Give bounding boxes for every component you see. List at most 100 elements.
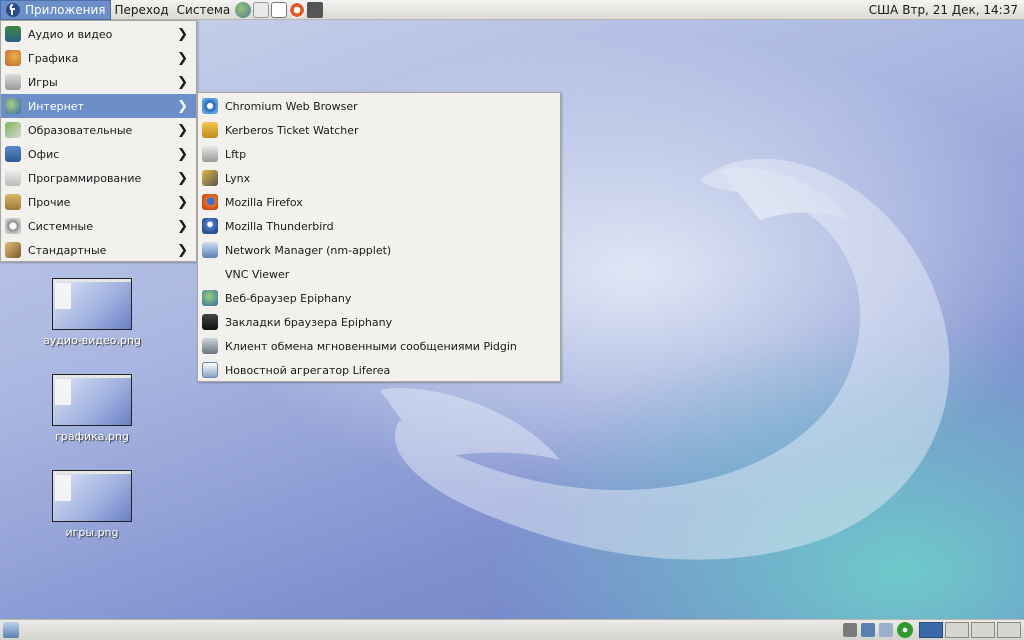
thunderbird-icon (202, 218, 218, 234)
chevron-right-icon: ❯ (177, 170, 188, 186)
desktop-icon-label: графика.png (55, 430, 129, 443)
desktop-icon-label: аудио-видео.png (43, 334, 141, 347)
chromium-icon (202, 98, 218, 114)
other-icon (5, 194, 21, 210)
volume-icon[interactable] (843, 623, 857, 637)
vnc-viewer-icon (202, 266, 218, 282)
top-panel: Приложения Переход Система США Втр, 21 Д… (0, 0, 1024, 20)
network-icon[interactable] (861, 623, 875, 637)
chevron-right-icon: ❯ (177, 194, 188, 210)
menu-item-label: Стандартные (28, 243, 107, 257)
menu-item-label: Клиент обмена мгновенными сообщениями Pi… (225, 339, 517, 353)
screenshot-launcher-icon[interactable] (307, 1, 324, 18)
menu-item-lynx[interactable]: Lynx (198, 166, 560, 190)
menu-item-label: Network Manager (nm-applet) (225, 243, 392, 257)
chevron-right-icon: ❯ (177, 98, 188, 114)
menu-item-label: Mozilla Thunderbird (225, 219, 334, 233)
menu-item-lftp[interactable]: Lftp (198, 142, 560, 166)
image-thumbnail-icon (52, 278, 132, 330)
menu-item-kerberos[interactable]: Kerberos Ticket Watcher (198, 118, 560, 142)
menu-item-label: VNC Viewer (225, 267, 290, 281)
menu-item-firefox[interactable]: Mozilla Firefox (198, 190, 560, 214)
chevron-right-icon: ❯ (177, 218, 188, 234)
menu-item-label: Графика (28, 51, 79, 65)
places-menu-button[interactable]: Переход (111, 0, 173, 20)
menu-item-label: Lynx (225, 171, 251, 185)
desktop-icon-label: игры.png (65, 526, 119, 539)
workspace-4[interactable] (997, 622, 1021, 638)
menu-item-vnc-viewer[interactable]: VNC Viewer (198, 262, 560, 286)
menu-item-thunderbird[interactable]: Mozilla Thunderbird (198, 214, 560, 238)
clock[interactable]: Втр, 21 Дек, 14:37 (902, 3, 1018, 17)
kerberos-icon (202, 122, 218, 138)
menu-item-graphics[interactable]: Графика ❯ (1, 46, 196, 70)
menu-item-internet[interactable]: Интернет ❯ (1, 94, 196, 118)
update-icon[interactable] (897, 622, 913, 638)
menu-item-audio-video[interactable]: Аудио и видео ❯ (1, 22, 196, 46)
evolution-launcher-icon[interactable] (253, 1, 270, 18)
menu-item-label: Образовательные (28, 123, 133, 137)
desktop-icon-audio-video[interactable]: аудио-видео.png (37, 278, 147, 347)
menu-item-accessories[interactable]: Стандартные ❯ (1, 238, 196, 262)
menu-item-label: Новостной агрегатор Liferea (225, 363, 391, 377)
terminal-launcher-icon[interactable] (271, 1, 288, 18)
menu-item-chromium[interactable]: Chromium Web Browser (198, 94, 560, 118)
internet-submenu: Chromium Web Browser Kerberos Ticket Wat… (197, 92, 561, 382)
epiphany-bookmarks-icon (202, 314, 218, 330)
menu-item-system[interactable]: Системные ❯ (1, 214, 196, 238)
bottom-panel-tray (839, 622, 1024, 638)
menu-item-pidgin[interactable]: Клиент обмена мгновенными сообщениями Pi… (198, 334, 560, 358)
menu-item-office[interactable]: Офис ❯ (1, 142, 196, 166)
menu-item-education[interactable]: Образовательные ❯ (1, 118, 196, 142)
menu-item-label: Аудио и видео (28, 27, 113, 41)
network-manager-icon (202, 242, 218, 258)
chevron-right-icon: ❯ (177, 26, 188, 42)
pidgin-icon (202, 338, 218, 354)
graphics-icon (5, 50, 21, 66)
epiphany-icon (202, 290, 218, 306)
menu-item-epiphany-bookmarks[interactable]: Закладки браузера Epiphany (198, 310, 560, 334)
education-icon (5, 122, 21, 138)
menu-item-epiphany[interactable]: Веб-браузер Epiphany (198, 286, 560, 310)
menu-item-label: Офис (28, 147, 60, 161)
menu-item-programming[interactable]: Программирование ❯ (1, 166, 196, 190)
keyboard-layout-indicator[interactable]: США (869, 3, 898, 17)
workspace-2[interactable] (945, 622, 969, 638)
menu-item-other[interactable]: Прочие ❯ (1, 190, 196, 214)
places-menu-label: Переход (114, 2, 169, 17)
chevron-right-icon: ❯ (177, 122, 188, 138)
system-menu-label: Система (176, 2, 231, 17)
menu-item-liferea[interactable]: Новостной агрегатор Liferea (198, 358, 560, 382)
chevron-right-icon: ❯ (177, 74, 188, 90)
menu-item-label: Kerberos Ticket Watcher (225, 123, 359, 137)
chevron-right-icon: ❯ (177, 242, 188, 258)
clipboard-icon[interactable] (879, 623, 893, 637)
epiphany-launcher-icon[interactable] (235, 1, 252, 18)
menu-item-games[interactable]: Игры ❯ (1, 70, 196, 94)
image-thumbnail-icon (52, 470, 132, 522)
lftp-icon (202, 146, 218, 162)
system-menu-button[interactable]: Система (173, 0, 235, 20)
menu-item-label: Интернет (28, 99, 84, 113)
menu-item-label: Chromium Web Browser (225, 99, 358, 113)
desktop-icon-graphics[interactable]: графика.png (37, 374, 147, 443)
menu-item-label: Игры (28, 75, 58, 89)
show-desktop-icon[interactable] (3, 622, 19, 638)
menu-item-label: Прочие (28, 195, 71, 209)
workspace-1[interactable] (919, 622, 943, 638)
desktop-icon-games[interactable]: игры.png (37, 470, 147, 539)
fedora-logo-icon (6, 2, 20, 17)
help-launcher-icon[interactable] (289, 1, 306, 18)
applications-menu-label: Приложения (25, 2, 106, 17)
applications-menu: Аудио и видео ❯ Графика ❯ Игры ❯ Интернет ❯ … (0, 20, 197, 262)
workspace-3[interactable] (971, 622, 995, 638)
applications-menu-button[interactable]: Приложения (0, 0, 111, 20)
clock-area: США Втр, 21 Дек, 14:37 (865, 3, 1024, 17)
menu-item-label: Системные (28, 219, 93, 233)
liferea-icon (202, 362, 218, 378)
bottom-panel (0, 619, 1024, 640)
menu-item-network-manager[interactable]: Network Manager (nm-applet) (198, 238, 560, 262)
menu-item-label: Закладки браузера Epiphany (225, 315, 393, 329)
image-thumbnail-icon (52, 374, 132, 426)
chevron-right-icon: ❯ (177, 50, 188, 66)
